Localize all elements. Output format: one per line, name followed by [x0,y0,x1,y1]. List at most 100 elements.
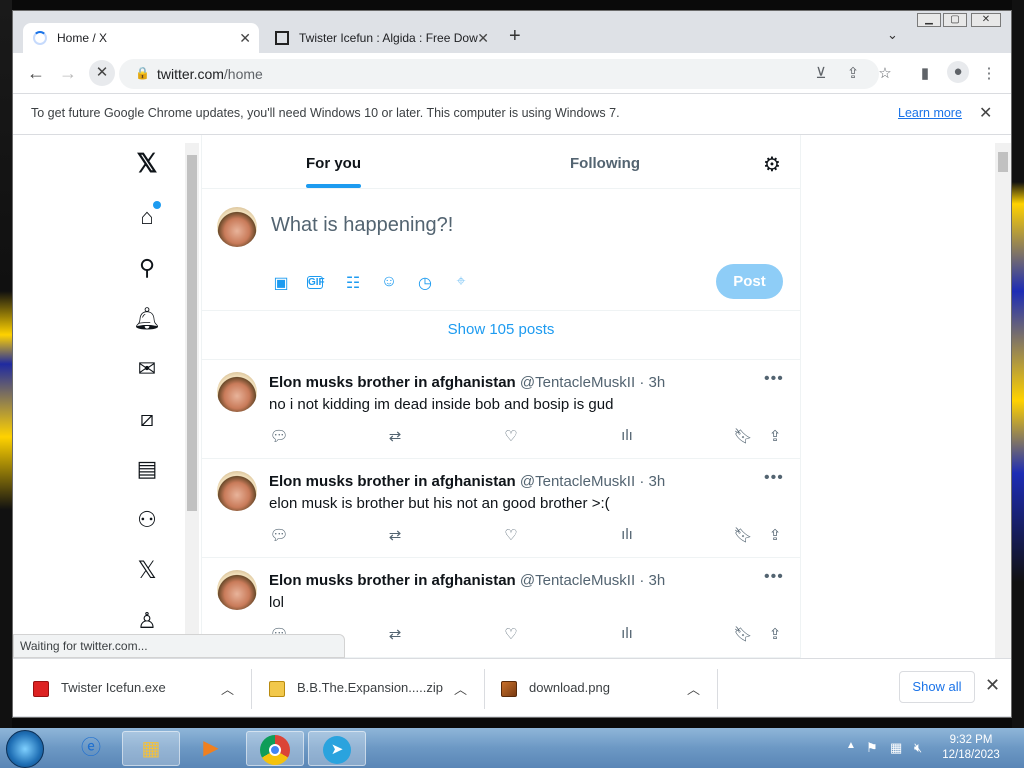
internet-explorer-icon[interactable]: ⓔ [62,731,120,766]
tab-home-x[interactable]: Home / X ✕ [23,23,259,53]
tweet[interactable]: Elon musks brother in afghanistan @Tenta… [201,360,801,459]
home-icon[interactable]: ⌂ [133,201,161,231]
telegram-icon[interactable]: ➤ [308,731,366,766]
bookmark-star-icon[interactable]: ☆ [875,64,895,82]
forward-arrow-icon[interactable]: → [57,63,79,84]
views-chart-icon[interactable]: ılı [617,625,637,642]
tweet-author-name[interactable]: Elon musks brother in afghanistan [269,473,516,490]
location-icon[interactable]: ⌖ [451,273,471,291]
maximize-button[interactable]: ▢ [943,13,967,27]
lock-icon[interactable]: 🔒 [135,66,150,80]
start-button[interactable] [6,730,44,768]
left-scrollbar-thumb[interactable] [187,155,197,511]
download-item[interactable]: B.B.The.Expansion.....zip [269,673,443,703]
download-item[interactable]: Twister Icefun.exe [33,673,166,703]
chevron-up-icon[interactable]: ︿ [221,679,234,698]
close-window-button[interactable]: ✕ [971,13,1001,27]
schedule-icon[interactable]: ◷ [415,273,435,293]
reply-icon[interactable]: 💬︎ [269,427,289,445]
x-logo-icon[interactable]: 𝕏 [133,149,161,177]
compose-input[interactable]: What is happening?! [271,214,453,237]
url-text[interactable]: twitter.com/home [157,66,263,82]
views-chart-icon[interactable]: ılı [617,427,637,444]
page-scrollbar[interactable] [995,143,1011,658]
tweet-handle[interactable]: @TentacleMuskII [520,572,635,589]
repost-icon[interactable]: ⇄ [385,625,405,643]
tweet-handle[interactable]: @TentacleMuskII [520,374,635,391]
tweet-author-name[interactable]: Elon musks brother in afghanistan [269,374,516,391]
profile-icon[interactable]: ♙ [133,607,161,635]
tweet-handle[interactable]: @TentacleMuskII [520,473,635,490]
explore-search-icon[interactable]: ⚲ [133,254,161,282]
show-all-downloads-button[interactable]: Show all [899,671,975,703]
notifications-bell-icon[interactable]: 🔔︎ [133,305,161,333]
communities-icon[interactable]: ⚇ [133,506,161,534]
minimize-button[interactable]: ▁ [917,13,941,27]
tweet-time[interactable]: 3h [649,473,666,490]
views-chart-icon[interactable]: ılı [617,526,637,543]
gear-icon[interactable]: ⚙ [763,152,781,177]
share-icon[interactable]: ⇪ [765,526,785,544]
avatar[interactable] [217,372,257,412]
system-clock[interactable]: 9:32 PM 12/18/2023 [938,733,1004,763]
back-arrow-icon[interactable]: ← [25,63,47,84]
action-center-flag-icon[interactable]: ⚑ [866,740,878,756]
gif-icon[interactable]: GIF [307,276,325,289]
show-hidden-icons-chevron-icon[interactable]: ▲ [846,740,856,751]
like-heart-icon[interactable]: ♡ [501,427,521,445]
emoji-icon[interactable]: ☺ [379,273,399,291]
more-options-icon[interactable]: ••• [764,469,784,487]
close-tab-icon[interactable]: ✕ [239,23,251,53]
grok-slash-icon[interactable]: ⧄ [133,405,161,433]
poll-icon[interactable]: ☷ [343,273,363,293]
bookmark-icon[interactable]: 🔖︎ [733,427,753,445]
tweet-time[interactable]: 3h [649,374,666,391]
network-icon[interactable]: ▦ [890,740,902,756]
lists-icon[interactable]: ▤ [133,455,161,483]
bookmark-icon[interactable]: 🔖︎ [733,526,753,544]
like-heart-icon[interactable]: ♡ [501,625,521,643]
install-app-icon[interactable]: ⊻ [811,64,831,82]
avatar[interactable] [217,570,257,610]
like-heart-icon[interactable]: ♡ [501,526,521,544]
bookmark-icon[interactable]: 🔖︎ [733,625,753,643]
repost-icon[interactable]: ⇄ [385,427,405,445]
close-infobar-icon[interactable]: ✕ [979,103,992,123]
more-options-icon[interactable]: ••• [764,568,784,586]
avatar[interactable] [217,471,257,511]
show-new-posts-link[interactable]: Show 105 posts [201,321,801,338]
page-scrollbar-thumb[interactable] [998,152,1008,172]
share-icon[interactable]: ⇪ [843,64,863,82]
tweet[interactable]: Elon musks brother in afghanistan @Tenta… [201,459,801,558]
reply-icon[interactable]: 💬︎ [269,526,289,544]
media-player-icon[interactable]: ▶ [182,731,240,766]
tab-following[interactable]: Following [570,155,640,172]
new-tab-button[interactable]: + [509,25,521,48]
avatar[interactable] [217,207,257,247]
media-image-icon[interactable]: ▣ [271,273,291,293]
tab-for-you[interactable]: For you [306,155,361,172]
learn-more-link[interactable]: Learn more [898,106,962,120]
share-icon[interactable]: ⇪ [765,427,785,445]
tab-search-chevron-icon[interactable]: ⌄ [887,27,898,43]
premium-x-icon[interactable]: 𝕏 [133,557,161,585]
more-options-icon[interactable]: ••• [764,370,784,388]
menu-dots-icon[interactable]: ⋮ [979,64,999,82]
tweet-time[interactable]: 3h [649,572,666,589]
close-tab-icon[interactable]: ✕ [477,23,489,53]
tweet-author-name[interactable]: Elon musks brother in afghanistan [269,572,516,589]
messages-envelope-icon[interactable]: ✉ [133,355,161,383]
download-item[interactable]: download.png [501,673,610,703]
close-download-bar-icon[interactable]: ✕ [985,675,1000,696]
tab-twister-icefun[interactable]: Twister Icefun : Algida : Free Dow ✕ [265,23,497,53]
chevron-up-icon[interactable]: ︿ [454,679,467,698]
post-button[interactable]: Post [716,264,783,299]
stop-loading-icon[interactable]: ✕ [89,60,115,86]
share-icon[interactable]: ⇪ [765,625,785,643]
chrome-icon[interactable] [246,731,304,766]
volume-muted-icon[interactable]: 🔇︎ [914,740,922,756]
side-panel-icon[interactable]: ▮ [915,64,935,82]
profile-avatar-icon[interactable]: ● [947,61,969,83]
file-explorer-icon[interactable]: ▦ [122,731,180,766]
chevron-up-icon[interactable]: ︿ [687,679,700,698]
